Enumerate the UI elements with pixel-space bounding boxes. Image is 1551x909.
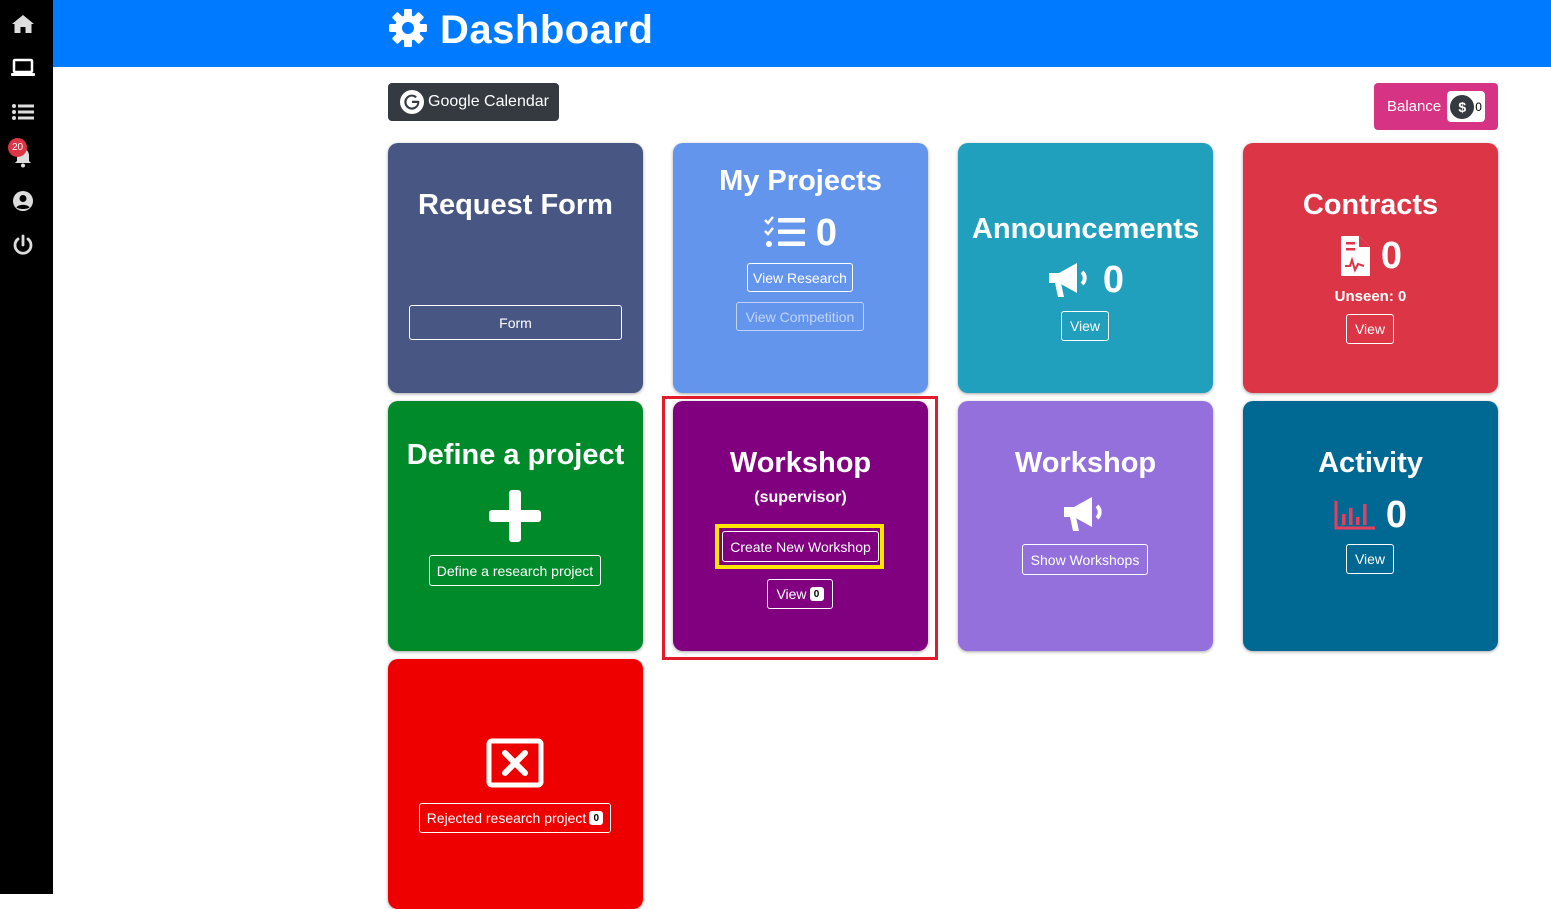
rejected-x-icon <box>486 738 544 788</box>
card-title: Contracts <box>1302 189 1439 221</box>
card-title: Workshop <box>1014 447 1157 479</box>
balance-button[interactable]: Balance $ 0 <box>1374 83 1498 130</box>
gear-icon <box>388 8 428 53</box>
view-competition-button[interactable]: View Competition <box>736 302 864 331</box>
rejected-label: Rejected research project <box>426 810 587 826</box>
show-workshops-button[interactable]: Show Workshops <box>1022 544 1148 575</box>
home-icon[interactable] <box>11 12 35 36</box>
projects-count: 0 <box>815 211 838 254</box>
user-circle-icon[interactable] <box>11 189 35 213</box>
contracts-stat: 0 <box>1243 233 1498 279</box>
card-activity: Activity 0 View <box>1243 401 1498 651</box>
tasks-list-icon <box>764 216 816 250</box>
dollar-icon: $ <box>1450 94 1475 119</box>
google-icon <box>400 90 424 114</box>
card-title: Define a project <box>406 439 625 471</box>
sidebar: 20 <box>0 0 53 894</box>
bell-icon[interactable]: 20 <box>8 138 35 170</box>
card-title: Request Form <box>418 189 613 221</box>
card-rejected: Rejected research project 0 <box>388 659 643 909</box>
card-contracts: Contracts 0 Unseen: 0 View <box>1243 143 1498 393</box>
balance-box: $ 0 <box>1447 91 1486 122</box>
plus-icon <box>489 490 541 542</box>
view-research-button[interactable]: View Research <box>747 263 853 292</box>
card-define-project: Define a project Define a research proje… <box>388 401 643 651</box>
activity-stat: 0 <box>1243 493 1498 537</box>
power-icon[interactable] <box>11 233 35 257</box>
list-icon[interactable] <box>11 100 35 124</box>
notification-badge: 20 <box>8 138 27 157</box>
rejected-count-badge: 0 <box>589 811 604 825</box>
announcements-view-button[interactable]: View <box>1061 311 1109 341</box>
card-my-projects: My Projects 0 View Research View Competi… <box>673 143 928 393</box>
announcements-stat: 0 <box>958 257 1213 303</box>
card-request-form: Request Form Form <box>388 143 643 393</box>
laptop-icon[interactable] <box>11 56 35 80</box>
card-title: Announcements <box>971 213 1200 245</box>
form-button[interactable]: Form <box>409 305 622 340</box>
contract-file-icon <box>1339 235 1381 277</box>
megaphone-icon <box>1047 260 1103 300</box>
page-title: Dashboard <box>440 7 654 52</box>
card-title: My Projects <box>719 165 882 197</box>
activity-count: 0 <box>1385 493 1408 536</box>
card-announcements: Announcements 0 View <box>958 143 1213 393</box>
activity-view-button[interactable]: View <box>1346 544 1394 574</box>
page-header: Dashboard <box>388 8 653 52</box>
unseen-count: Unseen: 0 <box>1334 288 1407 305</box>
balance-value: 0 <box>1475 99 1482 114</box>
bar-chart-icon <box>1334 500 1386 530</box>
projects-stat: 0 <box>673 211 928 255</box>
rejected-research-project-button[interactable]: Rejected research project 0 <box>419 803 611 833</box>
google-calendar-button[interactable]: Google Calendar <box>388 83 559 121</box>
announcements-count: 0 <box>1102 258 1125 301</box>
megaphone-icon <box>1062 494 1108 534</box>
highlight-box-yellow <box>715 524 884 569</box>
top-bar <box>53 0 1551 67</box>
balance-label: Balance <box>1387 98 1442 115</box>
card-workshop: Workshop Show Workshops <box>958 401 1213 651</box>
google-calendar-label: Google Calendar <box>428 93 549 110</box>
card-title: Activity <box>1318 447 1423 479</box>
define-research-project-button[interactable]: Define a research project <box>429 555 601 586</box>
contracts-count: 0 <box>1380 234 1403 277</box>
contracts-view-button[interactable]: View <box>1346 314 1394 344</box>
